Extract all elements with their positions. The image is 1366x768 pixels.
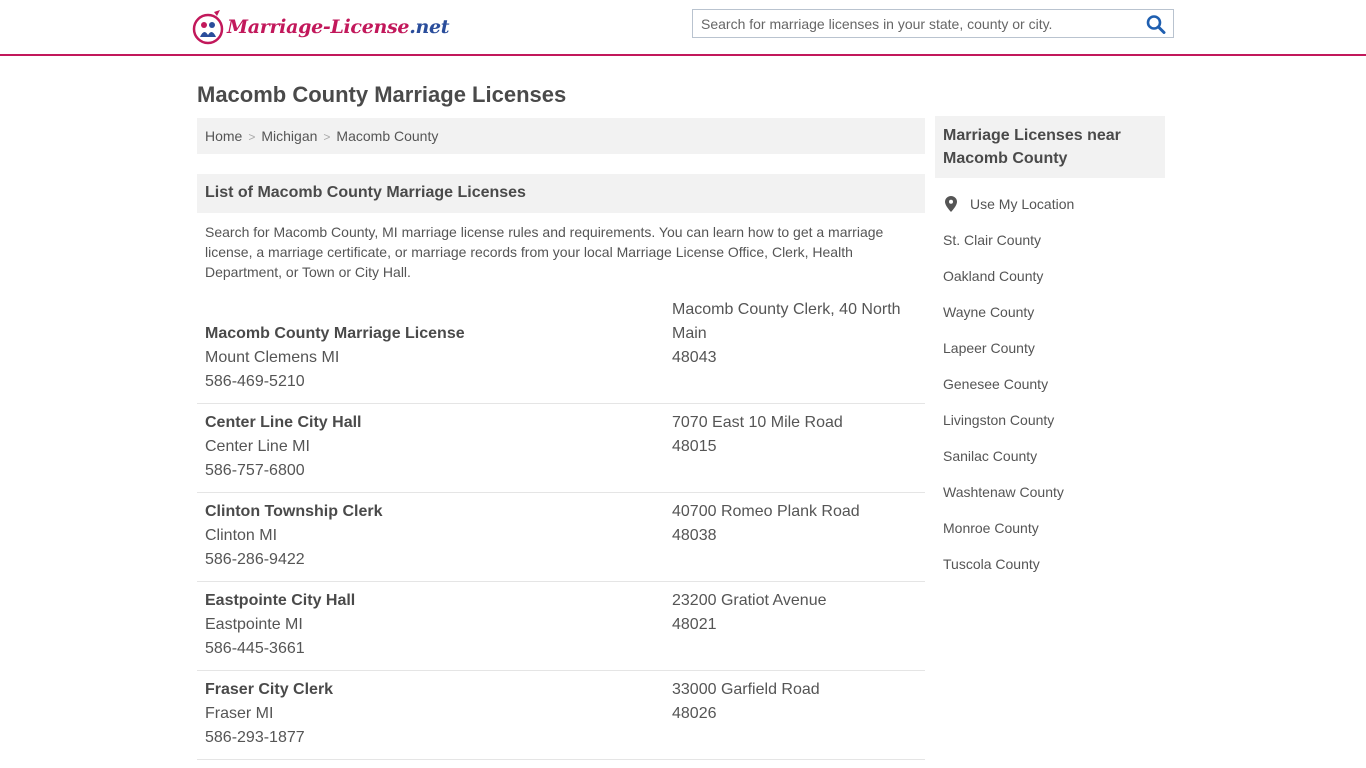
breadcrumb-separator: > bbox=[323, 130, 331, 144]
sidebar-heading: Marriage Licenses near Macomb County bbox=[935, 116, 1165, 178]
sidebar-item-wayne[interactable]: Wayne County bbox=[935, 294, 1165, 330]
listing-phone[interactable]: 586-286-9422 bbox=[205, 548, 382, 572]
sidebar-item-st-clair[interactable]: St. Clair County bbox=[935, 222, 1165, 258]
listings-heading: List of Macomb County Marriage Licenses bbox=[197, 174, 925, 213]
use-my-location-label: Use My Location bbox=[970, 196, 1075, 212]
sidebar-item-livingston[interactable]: Livingston County bbox=[935, 402, 1165, 438]
sidebar-item-tuscola[interactable]: Tuscola County bbox=[935, 546, 1165, 582]
listing-name[interactable]: Fraser City Clerk bbox=[205, 678, 333, 702]
listing-info: Eastpointe City Hall Eastpointe MI 586-4… bbox=[205, 589, 355, 661]
site-logo[interactable]: Marriage-License.net bbox=[192, 8, 450, 46]
breadcrumb-michigan[interactable]: Michigan bbox=[261, 128, 317, 144]
listing-phone[interactable]: 586-293-1877 bbox=[205, 726, 333, 750]
sidebar-item-lapeer[interactable]: Lapeer County bbox=[935, 330, 1165, 366]
use-my-location-link[interactable]: Use My Location bbox=[935, 186, 1165, 222]
listing-zip: 48043 bbox=[672, 349, 717, 366]
address-line1: 40700 Romeo Plank Road bbox=[672, 503, 860, 520]
address-line1: 23200 Gratiot Avenue bbox=[672, 592, 827, 609]
search-box bbox=[692, 9, 1174, 38]
listing-zip: 48015 bbox=[672, 438, 717, 455]
listing-address: Macomb County Clerk, 40 North Main 48043 bbox=[672, 298, 917, 370]
sidebar-item-oakland[interactable]: Oakland County bbox=[935, 258, 1165, 294]
address-line1: 7070 East 10 Mile Road bbox=[672, 414, 843, 431]
search-input[interactable] bbox=[693, 10, 1133, 37]
listing-info: Fraser City Clerk Fraser MI 586-293-1877 bbox=[205, 678, 333, 750]
listing-zip: 48021 bbox=[672, 616, 717, 633]
logo-icon bbox=[192, 10, 224, 45]
list-item[interactable]: Fraser City Clerk Fraser MI 586-293-1877… bbox=[197, 671, 925, 760]
address-line1: Macomb County Clerk, 40 North bbox=[672, 301, 901, 318]
listings: Macomb County Marriage License Mount Cle… bbox=[197, 298, 925, 760]
listing-zip: 48026 bbox=[672, 705, 717, 722]
page-title: Macomb County Marriage Licenses bbox=[197, 82, 567, 107]
listing-info: Clinton Township Clerk Clinton MI 586-28… bbox=[205, 500, 382, 572]
listing-address: 23200 Gratiot Avenue 48021 bbox=[672, 589, 917, 637]
sidebar: Marriage Licenses near Macomb County Use… bbox=[935, 116, 1165, 582]
site-header: Marriage-License.net bbox=[0, 0, 1366, 56]
listing-name[interactable]: Macomb County Marriage License bbox=[205, 322, 465, 346]
listing-city: Clinton MI bbox=[205, 527, 278, 544]
list-item[interactable]: Eastpointe City Hall Eastpointe MI 586-4… bbox=[197, 582, 925, 671]
listing-name[interactable]: Clinton Township Clerk bbox=[205, 500, 382, 524]
breadcrumb: Home > Michigan > Macomb County bbox=[197, 118, 925, 154]
sidebar-item-washtenaw[interactable]: Washtenaw County bbox=[935, 474, 1165, 510]
search-icon[interactable] bbox=[1145, 14, 1167, 34]
logo-text: Marriage-License.net bbox=[227, 16, 450, 38]
listing-address: 7070 East 10 Mile Road 48015 bbox=[672, 411, 917, 459]
nearby-counties-list: Use My Location St. Clair County Oakland… bbox=[935, 186, 1165, 582]
listing-phone[interactable]: 586-469-5210 bbox=[205, 370, 465, 394]
listing-address: 33000 Garfield Road 48026 bbox=[672, 678, 917, 726]
listing-city: Center Line MI bbox=[205, 438, 310, 455]
sidebar-item-sanilac[interactable]: Sanilac County bbox=[935, 438, 1165, 474]
listing-info: Macomb County Marriage License Mount Cle… bbox=[205, 322, 465, 394]
list-item[interactable]: Center Line City Hall Center Line MI 586… bbox=[197, 404, 925, 493]
listing-zip: 48038 bbox=[672, 527, 717, 544]
listing-address: 40700 Romeo Plank Road 48038 bbox=[672, 500, 917, 548]
location-pin-icon bbox=[945, 196, 957, 212]
list-item[interactable]: Clinton Township Clerk Clinton MI 586-28… bbox=[197, 493, 925, 582]
list-item[interactable]: Macomb County Marriage License Mount Cle… bbox=[197, 298, 925, 404]
sidebar-item-genesee[interactable]: Genesee County bbox=[935, 366, 1165, 402]
listing-phone[interactable]: 586-445-3661 bbox=[205, 637, 355, 661]
sidebar-item-monroe[interactable]: Monroe County bbox=[935, 510, 1165, 546]
listing-name[interactable]: Center Line City Hall bbox=[205, 411, 361, 435]
listing-info: Center Line City Hall Center Line MI 586… bbox=[205, 411, 361, 483]
listing-city: Eastpointe MI bbox=[205, 616, 303, 633]
main-content: Macomb County Marriage Licenses Home > Mic… bbox=[197, 78, 925, 760]
listing-city: Mount Clemens MI bbox=[205, 349, 340, 366]
address-line1: 33000 Garfield Road bbox=[672, 681, 820, 698]
listing-phone[interactable]: 586-757-6800 bbox=[205, 459, 361, 483]
listing-name[interactable]: Eastpointe City Hall bbox=[205, 589, 355, 613]
address-line2: Main bbox=[672, 325, 707, 342]
intro-text: Search for Macomb County, MI marriage li… bbox=[205, 224, 884, 280]
breadcrumb-separator: > bbox=[248, 130, 256, 144]
breadcrumb-current: Macomb County bbox=[336, 128, 439, 144]
listing-city: Fraser MI bbox=[205, 705, 274, 722]
breadcrumb-home[interactable]: Home bbox=[205, 128, 242, 144]
